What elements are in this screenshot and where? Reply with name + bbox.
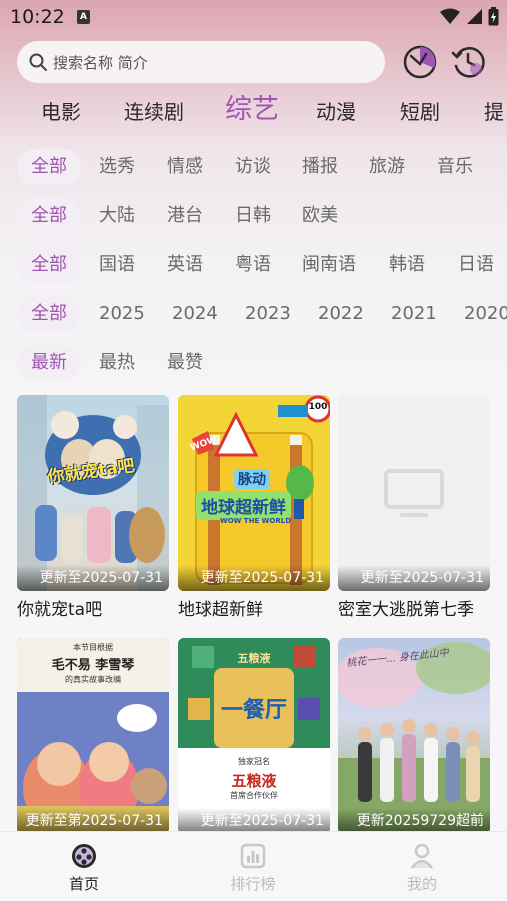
poster-sub-text: 的真实故事改编 xyxy=(65,675,121,684)
filter-type-chip[interactable]: 访谈 xyxy=(235,149,271,185)
filter-region-chip[interactable]: 欧美 xyxy=(302,198,338,234)
tab-short-drama[interactable]: 短剧 xyxy=(400,93,440,131)
filter-region-chip[interactable]: 港台 xyxy=(167,198,203,234)
update-label: 更新至2025-07-31 xyxy=(338,565,490,591)
signal-icon xyxy=(467,9,482,24)
clock-icon[interactable] xyxy=(450,44,486,80)
poster-sponsor-label: 首席合作伙伴 xyxy=(230,791,278,800)
nav-profile-label: 我的 xyxy=(406,875,437,893)
tab-variety[interactable]: 综艺 xyxy=(225,91,279,129)
filter-year-row: 全部 2025 2024 2023 2022 2021 2020 xyxy=(0,296,507,332)
filter-region-chip[interactable]: 日韩 xyxy=(235,198,271,234)
tv-placeholder-icon xyxy=(384,469,444,517)
poster-brand-top: 五粮液 xyxy=(237,652,271,665)
filter-language-row: 全部 国语 英语 粤语 闽南语 韩语 日语 xyxy=(0,247,507,283)
filter-type-chip[interactable]: 选秀 xyxy=(99,149,135,185)
poster-sponsor-label: 独家冠名 xyxy=(238,757,270,766)
poster-illustration xyxy=(17,395,169,591)
status-icons xyxy=(440,7,499,26)
tab-more[interactable]: 提 xyxy=(484,93,504,131)
poster-sign-number: 100 xyxy=(308,402,328,412)
filter-year-chip[interactable]: 2025 xyxy=(99,296,145,332)
poster-logo-text: 一餐厅 xyxy=(220,698,287,723)
filter-type-chip[interactable]: 旅游 xyxy=(369,149,405,185)
poster-brand-text: 脉动 xyxy=(234,469,270,489)
update-label: 更新至2025-07-31 xyxy=(17,565,169,591)
sort-chip[interactable]: 最赞 xyxy=(167,345,203,381)
show-card[interactable]: 本节目根据 毛不易 李雪琴 的真实故事改编 更新至第2025-07-31 xyxy=(17,638,169,838)
ranking-icon xyxy=(240,843,266,869)
nav-home[interactable]: 首页 xyxy=(34,842,134,894)
sort-chip[interactable]: 最热 xyxy=(99,345,135,381)
tab-series[interactable]: 连续剧 xyxy=(124,93,184,131)
tab-movies[interactable]: 电影 xyxy=(41,93,81,131)
filter-region-row: 全部 大陆 港台 日韩 欧美 xyxy=(0,198,507,234)
filter-language-chip[interactable]: 粤语 xyxy=(235,247,271,283)
show-poster[interactable]: 本节目根据 毛不易 李雪琴 的真实故事改编 更新至第2025-07-31 xyxy=(17,638,169,834)
status-time: 10:22 xyxy=(10,6,65,28)
filter-type-chip[interactable]: 情感 xyxy=(167,149,203,185)
tab-anime[interactable]: 动漫 xyxy=(316,93,356,131)
poster-logo-text: 地球超新鲜 xyxy=(196,491,291,520)
history-icon[interactable] xyxy=(402,44,438,80)
search-placeholder: 搜索名称 简介 xyxy=(53,53,148,72)
filter-type-chip[interactable]: 播报 xyxy=(302,149,338,185)
bottom-navigation: 首页 排行榜 我的 xyxy=(0,831,507,901)
filter-language-chip[interactable]: 国语 xyxy=(99,247,135,283)
show-card[interactable]: 桃花一一... 身在此山中 更新20259729超前 xyxy=(338,638,490,838)
show-card[interactable]: 你就宠ta吧 更新至2025-07-31 你就宠ta吧 xyxy=(17,395,169,620)
show-title: 密室大逃脱第七季 xyxy=(338,600,474,620)
show-card[interactable]: 100 WOW 脉动 地球超新鲜 WOW THE WORLD 更新至2025-0… xyxy=(178,395,330,620)
sort-chip[interactable]: 最新 xyxy=(17,345,81,381)
filter-region-chip[interactable]: 全部 xyxy=(17,198,81,234)
status-bar: 10:22 A xyxy=(0,0,507,34)
filter-year-chip[interactable]: 2020 xyxy=(464,296,507,332)
show-poster[interactable]: 更新至2025-07-31 xyxy=(338,395,490,591)
filter-year-chip[interactable]: 2024 xyxy=(172,296,218,332)
show-poster[interactable]: 你就宠ta吧 更新至2025-07-31 xyxy=(17,395,169,591)
show-poster[interactable]: 五粮液 一餐厅 独家冠名 五粮液 首席合作伙伴 更新至2025-07-31 xyxy=(178,638,330,834)
filter-region-chip[interactable]: 大陆 xyxy=(99,198,135,234)
filter-language-chip[interactable]: 日语 xyxy=(458,247,494,283)
home-film-icon xyxy=(72,844,96,868)
profile-icon xyxy=(410,843,434,869)
update-label: 更新至2025-07-31 xyxy=(178,565,330,591)
filter-year-chip[interactable]: 全部 xyxy=(17,296,81,332)
show-card[interactable]: 更新至2025-07-31 密室大逃脱第七季 xyxy=(338,395,490,620)
nav-ranking[interactable]: 排行榜 xyxy=(203,842,303,894)
filter-language-chip[interactable]: 韩语 xyxy=(389,247,425,283)
poster-names-text: 毛不易 李雪琴 xyxy=(51,658,135,673)
notification-icon: A xyxy=(77,10,90,24)
filter-language-chip[interactable]: 全部 xyxy=(17,247,81,283)
poster-illustration xyxy=(178,638,330,834)
battery-icon xyxy=(488,7,499,26)
poster-brand-text: 五粮液 xyxy=(231,772,277,790)
show-card[interactable]: 五粮液 一餐厅 独家冠名 五粮液 首席合作伙伴 更新至2025-07-31 xyxy=(178,638,330,838)
nav-profile[interactable]: 我的 xyxy=(372,842,472,894)
filter-type-chip[interactable]: 音乐 xyxy=(437,149,473,185)
filter-year-chip[interactable]: 2021 xyxy=(391,296,437,332)
nav-ranking-label: 排行榜 xyxy=(230,875,276,893)
show-title: 你就宠ta吧 xyxy=(17,600,103,620)
show-poster[interactable]: 桃花一一... 身在此山中 更新20259729超前 xyxy=(338,638,490,834)
poster-top-text: 本节目根据 xyxy=(73,643,113,652)
search-icon xyxy=(29,53,47,71)
filter-type-row: 全部 选秀 情感 访谈 播报 旅游 音乐 xyxy=(0,149,507,185)
filter-language-chip[interactable]: 英语 xyxy=(167,247,203,283)
category-tabs: 电影 连续剧 综艺 动漫 短剧 提 xyxy=(0,93,507,131)
search-input[interactable]: 搜索名称 简介 xyxy=(17,41,385,83)
filter-type-chip[interactable]: 全部 xyxy=(17,149,81,185)
filter-language-chip[interactable]: 闽南语 xyxy=(302,247,356,283)
wifi-icon xyxy=(440,8,460,24)
show-poster[interactable]: 100 WOW 脉动 地球超新鲜 WOW THE WORLD 更新至2025-0… xyxy=(178,395,330,591)
filter-year-chip[interactable]: 2023 xyxy=(245,296,291,332)
filter-year-chip[interactable]: 2022 xyxy=(318,296,364,332)
nav-home-label: 首页 xyxy=(68,875,99,893)
show-title: 地球超新鲜 xyxy=(178,600,263,620)
filter-sort-row: 最新 最热 最赞 xyxy=(0,345,507,381)
poster-sub-text: WOW THE WORLD xyxy=(220,517,292,525)
